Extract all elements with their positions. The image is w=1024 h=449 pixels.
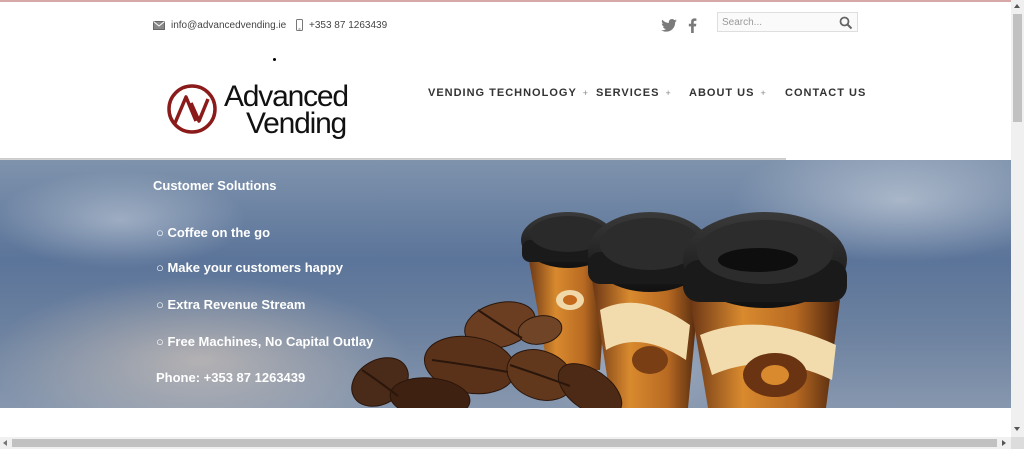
- scroll-left-icon[interactable]: [3, 440, 7, 446]
- nav-label: VENDING TECHNOLOGY: [428, 87, 577, 99]
- logo-mark-icon: [167, 84, 217, 134]
- submenu-plus-icon: +: [760, 88, 766, 98]
- hero-title: Customer Solutions: [153, 178, 277, 193]
- logo-wordmark: Advanced Vending: [224, 80, 349, 140]
- hero-bullet: ○ Free Machines, No Capital Outlay: [156, 334, 374, 349]
- vertical-scrollbar[interactable]: [1011, 0, 1024, 437]
- top-accent-line: [0, 0, 1011, 2]
- hero-bullet: ○ Extra Revenue Stream: [156, 297, 306, 312]
- logo-line-2: Vending: [246, 107, 347, 140]
- nav-label: SERVICES: [596, 87, 660, 99]
- search-input[interactable]: [722, 15, 834, 29]
- nav-vending-technology[interactable]: VENDING TECHNOLOGY +: [428, 86, 588, 100]
- mobile-phone-icon: [296, 19, 303, 31]
- submenu-plus-icon: +: [582, 88, 589, 98]
- coffee-cups-image: [351, 212, 847, 408]
- nav-contact-us[interactable]: CONTACT US: [785, 86, 866, 100]
- search-icon[interactable]: [839, 16, 853, 30]
- nav-label: ABOUT US: [689, 87, 755, 99]
- vertical-scroll-thumb[interactable]: [1013, 14, 1022, 122]
- email-text[interactable]: info@advancedvending.ie: [171, 20, 286, 31]
- phone-text: +353 87 1263439: [309, 19, 388, 31]
- site-logo[interactable]: Advanced Vending: [166, 80, 381, 141]
- horizontal-scroll-thumb[interactable]: [12, 439, 997, 447]
- nav-services[interactable]: SERVICES +: [596, 86, 671, 100]
- header-phone: +353 87 1263439: [296, 17, 387, 33]
- scrollbar-corner: [1011, 437, 1024, 449]
- scroll-up-icon[interactable]: [1014, 4, 1020, 8]
- facebook-link[interactable]: [686, 15, 698, 35]
- stray-dot: [273, 58, 276, 61]
- search-box: [717, 12, 858, 32]
- hero-phone: Phone: +353 87 1263439: [156, 370, 306, 385]
- nav-about-us[interactable]: ABOUT US +: [689, 86, 766, 100]
- horizontal-scrollbar[interactable]: [0, 437, 1011, 449]
- twitter-link[interactable]: [660, 15, 678, 35]
- twitter-icon: [661, 18, 677, 32]
- facebook-icon: [688, 17, 696, 33]
- nav-label: CONTACT US: [785, 87, 867, 99]
- scroll-down-icon[interactable]: [1014, 427, 1020, 431]
- header-email[interactable]: info@advancedvending.ie: [153, 17, 286, 33]
- hero-bullet: ○ Coffee on the go: [156, 225, 271, 240]
- scroll-right-icon[interactable]: [1002, 440, 1006, 446]
- logo-line-1: Advanced: [224, 80, 349, 113]
- envelope-icon: [153, 20, 165, 30]
- hero-banner: Customer Solutions ○ Coffee on the go ○ …: [0, 160, 1011, 408]
- hero-bullet: ○ Make your customers happy: [156, 260, 344, 275]
- submenu-plus-icon: +: [665, 88, 671, 98]
